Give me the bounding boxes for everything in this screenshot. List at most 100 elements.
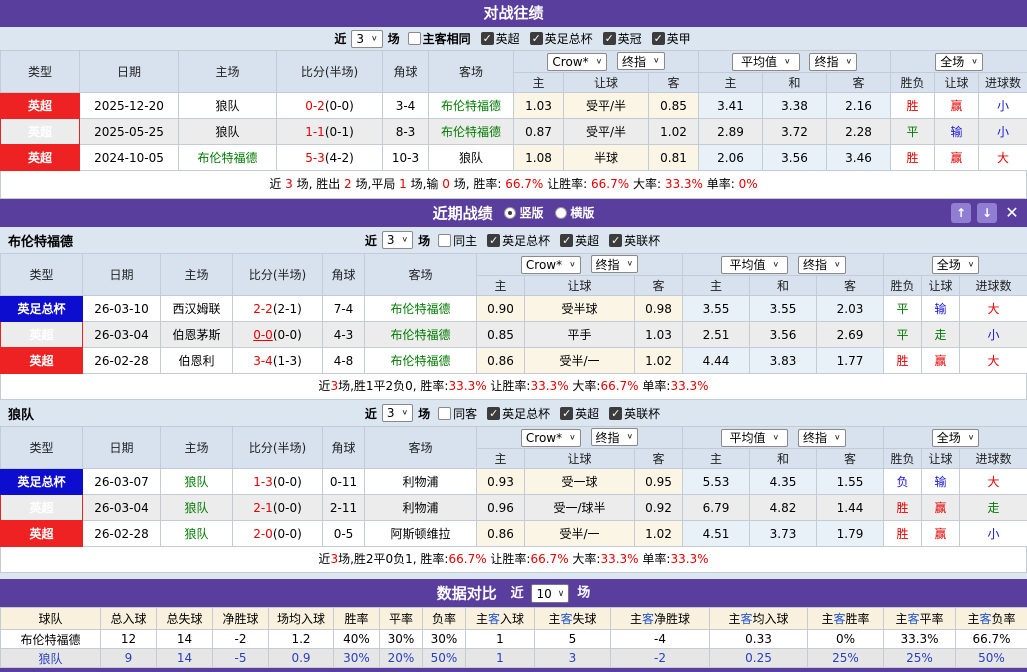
comparison-col-header: 球队 <box>0 607 101 630</box>
league-type-badge: 英超 <box>0 347 83 374</box>
handicap-result-cell: 输 <box>934 118 980 145</box>
bf-league-checkbox-eflcup[interactable] <box>609 233 623 247</box>
score-cell: 3-4(1-3) <box>232 347 323 374</box>
wv-league-checkbox-facup[interactable] <box>487 406 501 420</box>
same-home-label[interactable]: 同主 <box>453 232 477 249</box>
move-up-button[interactable]: ↑ <box>951 203 971 223</box>
vertical-view-radio[interactable] <box>504 207 517 219</box>
score-link[interactable]: 2-1 <box>253 501 273 515</box>
horizontal-view-label[interactable]: 横版 <box>570 206 594 220</box>
bookmaker-select[interactable]: Crow* ∨ <box>520 428 581 447</box>
recent-label: 近 <box>510 585 524 601</box>
matches-label: 场 <box>418 406 431 421</box>
horizontal-view-radio[interactable] <box>555 207 568 219</box>
text-segment: 1 <box>399 177 407 191</box>
final-odds-select[interactable]: 终指 ∨ <box>590 255 639 274</box>
bookmaker-select-value: Crow* <box>525 430 563 445</box>
final-odds-select[interactable]: 终指 ∨ <box>590 428 639 447</box>
chevron-down-icon: ∨ <box>401 408 409 418</box>
league-checkbox-championship[interactable] <box>602 32 616 45</box>
comparison-value: 1 <box>465 648 535 668</box>
col-corner: 角球 <box>382 50 429 93</box>
league-checkbox-facup[interactable] <box>529 32 543 45</box>
comparison-col-header: 总入球 <box>100 607 157 630</box>
bookmaker-select[interactable]: Crow* ∨ <box>547 52 608 71</box>
final-odds-select2[interactable]: 终指 ∨ <box>797 255 846 274</box>
text-segment: 0% <box>738 177 758 191</box>
result-text: 赢 <box>934 501 947 515</box>
bf-league-label-facup[interactable]: 英足总杯 <box>502 232 550 249</box>
result-text: 胜 <box>906 99 919 113</box>
wv-league-label-eflcup[interactable]: 英联杯 <box>624 405 660 422</box>
result-text: 赢 <box>950 99 963 113</box>
scope-select[interactable]: 全场 ∨ <box>931 428 980 447</box>
wv-league-checkbox-eflcup[interactable] <box>609 406 623 420</box>
score-link[interactable]: 1-1 <box>305 125 325 139</box>
league-checkbox-epl[interactable] <box>480 32 494 45</box>
league-label-championship[interactable]: 英冠 <box>618 30 642 47</box>
same-venue-checkbox[interactable] <box>407 32 421 45</box>
bf-league-label-epl[interactable]: 英超 <box>575 232 599 249</box>
text-segment: 胜率 <box>845 612 870 626</box>
col-result: 胜负 <box>890 72 936 93</box>
text-segment: 66.7% <box>530 552 569 566</box>
final-odds-select2[interactable]: 终指 ∨ <box>797 428 846 447</box>
brentford-count-select[interactable]: 3 ∨ <box>381 231 414 249</box>
match-row: 英足总杯 26-03-07 狼队 1-3(0-0) 0-11 利物浦 0.93 受一球 0.95… <box>0 468 1027 495</box>
chevron-down-icon: ∨ <box>967 433 975 442</box>
h2h-crow-select-cell: Crow* ∨ 终指 ∨ <box>512 50 700 73</box>
text-segment: 场,胜2平0负1, 胜率: <box>338 552 449 566</box>
average-select[interactable]: 平均值 ∨ <box>720 428 789 447</box>
score-link[interactable]: 3-4 <box>253 354 273 368</box>
wv-league-label-facup[interactable]: 英足总杯 <box>502 405 550 422</box>
avg-away-odds: 2.69 <box>816 321 885 348</box>
crow-home-odds: 0.90 <box>476 295 525 322</box>
same-venue-label[interactable]: 主客相同 <box>423 30 471 47</box>
wv-league-checkbox-epl[interactable] <box>560 406 574 420</box>
col-home: 主场 <box>178 50 277 93</box>
result-text: 走 <box>934 328 947 342</box>
corner-score: 3-4 <box>382 92 429 119</box>
goals-result-cell: 小 <box>959 520 1027 547</box>
scope-select[interactable]: 全场 ∨ <box>935 52 983 71</box>
same-away-checkbox[interactable] <box>438 406 452 420</box>
chevron-down-icon: ∨ <box>772 260 780 269</box>
half-time-score: (2-1) <box>272 301 302 316</box>
comparison-value: 0.9 <box>268 648 334 668</box>
score-link[interactable]: 2-0 <box>253 527 273 541</box>
score-link[interactable]: 0-2 <box>305 99 325 113</box>
score-link[interactable]: 2-2 <box>253 302 273 316</box>
scope-select-value: 全场 <box>936 258 961 272</box>
comparison-count-select[interactable]: 10 ∨ <box>531 584 570 603</box>
league-label-epl[interactable]: 英超 <box>496 30 520 47</box>
h2h-count-select[interactable]: 3 ∨ <box>351 29 383 48</box>
score-link[interactable]: 1-3 <box>253 475 273 489</box>
average-select[interactable]: 平均值 ∨ <box>732 52 800 71</box>
league-label-facup[interactable]: 英足总杯 <box>545 30 593 47</box>
match-date: 26-03-10 <box>82 295 161 322</box>
same-home-checkbox[interactable] <box>438 233 452 247</box>
close-button[interactable]: ✕ <box>1001 203 1023 223</box>
bookmaker-select[interactable]: Crow* ∨ <box>520 255 581 274</box>
crow-handicap: 受半球 <box>524 295 635 322</box>
scope-select[interactable]: 全场 ∨ <box>931 255 980 274</box>
move-down-button[interactable]: ↓ <box>977 203 997 223</box>
score-link[interactable]: 0-0 <box>253 328 273 342</box>
wv-league-label-epl[interactable]: 英超 <box>575 405 599 422</box>
same-away-label[interactable]: 同客 <box>453 405 477 422</box>
bf-league-label-eflcup[interactable]: 英联杯 <box>624 232 660 249</box>
final-odds-select2[interactable]: 终指 ∨ <box>809 52 858 71</box>
vertical-view-label[interactable]: 竖版 <box>519 206 543 220</box>
bf-league-checkbox-facup[interactable] <box>487 233 501 247</box>
col-away: 客场 <box>364 253 477 296</box>
score-link[interactable]: 5-3 <box>305 151 325 165</box>
average-select[interactable]: 平均值 ∨ <box>720 255 789 274</box>
wolves-recent-table: 类型 日期 主场 比分(半场) 角球 客场 Crow* ∨ 终指 ∨ 平均值 ∨ 终指… <box>0 426 1027 547</box>
league-checkbox-league1[interactable] <box>651 32 665 45</box>
league-label-league1[interactable]: 英甲 <box>667 30 691 47</box>
final-odds-select[interactable]: 终指 ∨ <box>617 52 665 71</box>
text-segment: 33.3% <box>670 379 709 393</box>
bf-league-checkbox-epl[interactable] <box>560 233 574 247</box>
wolves-count-select[interactable]: 3 ∨ <box>381 404 414 422</box>
match-row: 英超 26-03-04 狼队 2-1(0-0) 2-11 利物浦 0.96 受一/球半 0.92… <box>0 494 1027 521</box>
